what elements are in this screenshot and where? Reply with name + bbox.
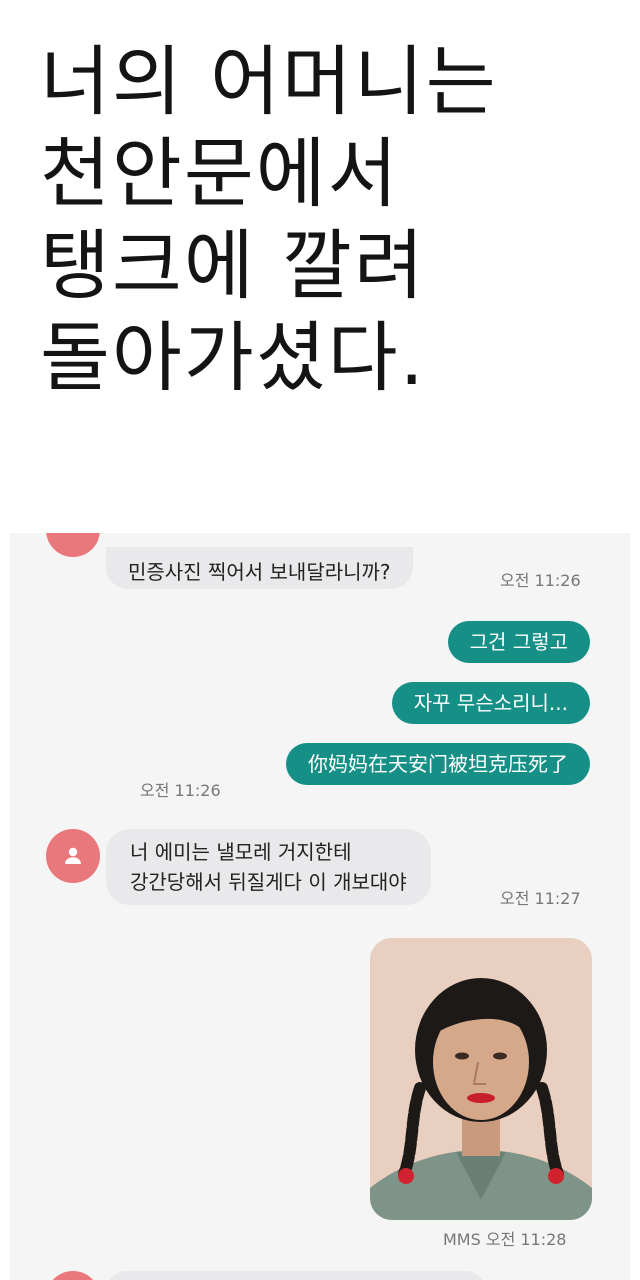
caption-line-3: 탱크에 깔려 xyxy=(40,221,426,310)
incoming-message-bubble[interactable] xyxy=(106,1271,486,1280)
incoming-message-bubble[interactable]: 민증사진 찍어서 보내달라니까? xyxy=(106,547,413,589)
avatar[interactable] xyxy=(46,1271,100,1280)
message-time: MMS 오전 11:28 xyxy=(443,1230,567,1249)
portrait-photo xyxy=(370,938,592,1220)
incoming-message-bubble[interactable]: 너 에미는 낼모레 거지한테 강간당해서 뒤질게다 이 개보대야 xyxy=(106,829,431,905)
message-text-line: 강간당해서 뒤질게다 이 개보대야 xyxy=(130,870,407,894)
outgoing-message-bubble[interactable]: 그건 그렇고 xyxy=(447,621,590,663)
caption-line-1: 너의 어머니는 xyxy=(40,37,498,126)
message-text: 그건 그렇고 xyxy=(469,630,568,654)
mms-image[interactable] xyxy=(370,938,592,1220)
avatar[interactable] xyxy=(46,533,100,557)
caption: 너의 어머니는 천안문에서 탱크에 깔려 돌아가셨다. xyxy=(40,36,620,404)
caption-line-4: 돌아가셨다. xyxy=(40,313,426,402)
message-text: 자꾸 무슨소리니... xyxy=(413,691,568,715)
caption-line-2: 천안문에서 xyxy=(40,129,400,218)
message-time: 오전 11:26 xyxy=(140,781,221,800)
person-icon xyxy=(65,847,81,864)
message-time: 오전 11:27 xyxy=(500,889,581,908)
message-text: 你妈妈在天安门被坦克压死了 xyxy=(308,752,568,776)
message-text: 민증사진 찍어서 보내달라니까? xyxy=(128,560,391,584)
outgoing-message-bubble[interactable]: 你妈妈在天安门被坦克压死了 xyxy=(286,743,590,785)
message-text-line: 너 에미는 낼모레 거지한테 xyxy=(130,840,352,864)
message-time: 오전 11:26 xyxy=(500,571,581,590)
chat-thread[interactable]: 민증사진 찍어서 보내달라니까? 오전 11:26 그건 그렇고 자꾸 무슨소리… xyxy=(10,533,630,1280)
outgoing-message-bubble[interactable]: 자꾸 무슨소리니... xyxy=(391,682,590,724)
avatar[interactable] xyxy=(46,829,100,883)
